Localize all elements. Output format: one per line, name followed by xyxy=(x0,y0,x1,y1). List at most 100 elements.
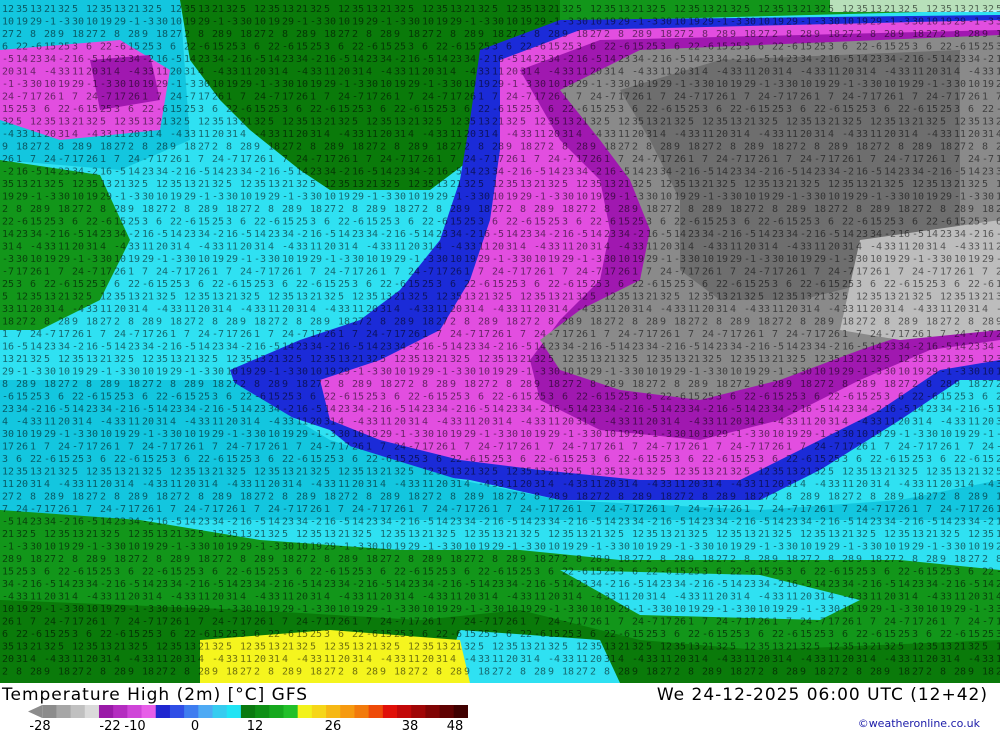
grid-value-label: 8 xyxy=(702,492,708,503)
credit-link[interactable]: ©weatheronline.co.uk xyxy=(858,717,980,730)
grid-value-label: 18 xyxy=(296,379,308,390)
grid-value-label: 8 xyxy=(604,204,610,215)
grid-value-label: 25 xyxy=(324,454,336,465)
grid-value-label: 4 xyxy=(422,417,428,428)
grid-value-label: 33 xyxy=(100,592,112,603)
grid-value-label: 2 xyxy=(380,142,386,153)
grid-value-label: 7 xyxy=(506,504,512,515)
grid-value-label: 20 xyxy=(296,129,308,140)
grid-value-label: 9 xyxy=(338,142,344,153)
grid-value-label: 16 xyxy=(772,167,784,178)
grid-value-label: 18 xyxy=(506,317,518,328)
grid-value-label: 32 xyxy=(884,179,896,190)
grid-value-label: 15 xyxy=(590,104,602,115)
grid-value-label: 11 xyxy=(926,479,938,490)
grid-value-label: 16 xyxy=(576,517,588,528)
grid-value-label: 20 xyxy=(968,592,980,603)
grid-value-label: 15 xyxy=(282,217,294,228)
grid-value-label: 26 xyxy=(800,92,812,103)
grid-value-label: 20 xyxy=(604,479,616,490)
grid-value-label: 30 xyxy=(156,17,168,28)
grid-value-label: 3 xyxy=(212,392,218,403)
grid-value-label: 19 xyxy=(198,429,210,440)
grid-value-label: 31 xyxy=(758,242,770,253)
grid-value-label: 20 xyxy=(702,304,714,315)
grid-value-label: 21 xyxy=(632,467,644,478)
grid-value-label: 30 xyxy=(632,367,644,378)
grid-value-label: 9 xyxy=(940,554,946,565)
grid-value-label: -5 xyxy=(660,229,672,240)
grid-value-label: 11 xyxy=(380,417,392,428)
grid-value-label: 18 xyxy=(394,667,406,678)
grid-value-label: 5 xyxy=(464,354,470,365)
grid-value-label: 8 xyxy=(884,317,890,328)
grid-value-label: -6 xyxy=(954,629,966,640)
grid-value-label: 30 xyxy=(534,542,546,553)
grid-value-label: -1 xyxy=(926,79,938,90)
grid-value-label: 28 xyxy=(758,554,770,565)
grid-value-label: 1 xyxy=(520,617,526,628)
grid-value-label: 31 xyxy=(982,129,994,140)
grid-value-label: 9 xyxy=(394,29,400,40)
grid-value-label: 35 xyxy=(772,4,784,15)
grid-value-label: 4 xyxy=(2,417,8,428)
grid-value-label: 34 xyxy=(86,579,98,590)
grid-value-label: 4 xyxy=(674,417,680,428)
grid-value-label: 10 xyxy=(842,604,854,615)
grid-value-label: 28 xyxy=(632,492,644,503)
grid-value-label: 31 xyxy=(604,654,616,665)
grid-value-label: 20 xyxy=(534,304,546,315)
grid-value-label: 4 xyxy=(618,654,624,665)
grid-value-label: 29 xyxy=(982,254,994,265)
grid-value-label: 23 xyxy=(954,54,966,65)
grid-value-label: 15 xyxy=(212,629,224,640)
grid-value-label: 9 xyxy=(296,204,302,215)
grid-value-label: 4 xyxy=(366,67,372,78)
grid-value-label: 25 xyxy=(982,629,994,640)
grid-value-label: 10 xyxy=(436,429,448,440)
grid-value-label: 6 xyxy=(548,567,554,578)
grid-value-label: 3 xyxy=(744,42,750,53)
grid-value-label: 6 xyxy=(898,392,904,403)
grid-value-label: 20 xyxy=(226,417,238,428)
grid-value-label: -6 xyxy=(142,279,154,290)
grid-value-label: 6 xyxy=(478,392,484,403)
grid-value-label: -3 xyxy=(576,429,588,440)
grid-value-label: -2 xyxy=(114,404,126,415)
grid-value-label: 35 xyxy=(856,467,868,478)
grid-value-label: -6 xyxy=(72,567,84,578)
grid-value-label: 34 xyxy=(716,54,728,65)
grid-value-label: -1 xyxy=(940,367,952,378)
grid-value-label: 12 xyxy=(86,4,98,15)
grid-value-label: 15 xyxy=(268,392,280,403)
grid-value-label: 13 xyxy=(856,179,868,190)
grid-value-label: 29 xyxy=(912,79,924,90)
grid-value-label: -7 xyxy=(562,154,574,165)
grid-value-label: 35 xyxy=(716,117,728,128)
grid-value-label: 29 xyxy=(618,604,630,615)
grid-value-label: 25 xyxy=(58,629,70,640)
grid-value-label: 31 xyxy=(562,129,574,140)
grid-value-label: 15 xyxy=(16,392,28,403)
grid-value-label: 20 xyxy=(520,479,532,490)
grid-value-label: 29 xyxy=(744,542,756,553)
grid-value-label: 7 xyxy=(702,617,708,628)
grid-value-label: 6 xyxy=(800,567,806,578)
grid-value-label: 6 xyxy=(296,104,302,115)
grid-value-label: 5 xyxy=(478,642,484,653)
grid-value-label: 12 xyxy=(954,117,966,128)
grid-value-label: 28 xyxy=(464,492,476,503)
grid-value-label: 4 xyxy=(114,67,120,78)
grid-value-label: -5 xyxy=(380,579,392,590)
grid-value-label: 4 xyxy=(380,479,386,490)
grid-value-label: 28 xyxy=(436,379,448,390)
grid-value-label: 35 xyxy=(254,642,266,653)
temperature-map[interactable]: 12 35 13 21 32 5 12 35 13 21 32 5 12 35 13 21 32 5 12 35 13 2… xyxy=(0,0,1000,683)
grid-value-label: 35 xyxy=(660,354,672,365)
grid-value-label: 28 xyxy=(338,554,350,565)
grid-value-label: 18 xyxy=(814,667,826,678)
grid-value-label: 9 xyxy=(772,554,778,565)
grid-value-label: 16 xyxy=(842,342,854,353)
grid-value-label: 16 xyxy=(156,54,168,65)
grid-value-label: -3 xyxy=(450,367,462,378)
